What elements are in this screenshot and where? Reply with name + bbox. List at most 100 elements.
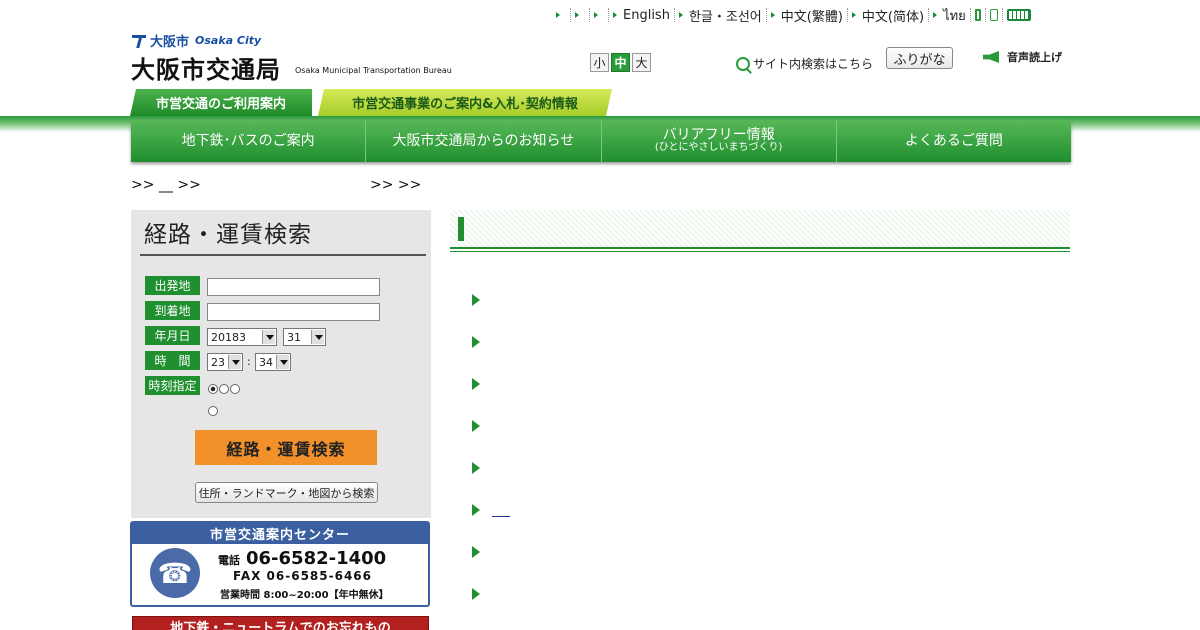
nav-label: 大阪市交通局からのお知らせ (392, 132, 575, 149)
link-bus[interactable] (1003, 8, 1035, 22)
arrow-icon (613, 12, 617, 18)
main-tabs: 市営交通のご利用案内 市営交通事業のご案内&入札･契約情報 (130, 89, 612, 116)
city-name-jp: 大阪市 (150, 35, 190, 50)
map-search-button[interactable]: 住所・ランドマーク・地図から検索 (195, 482, 378, 503)
voice-reader-button[interactable]: 音声読上げ (983, 49, 1062, 65)
content-heading (450, 210, 1070, 248)
breadcrumb-secondary[interactable]: >> >> (370, 177, 421, 193)
link-chinese-traditional[interactable]: 中文(繁體) (767, 8, 848, 25)
link-label: 한글・조선어 (688, 9, 762, 25)
from-label: 出発地 (145, 276, 200, 295)
dropdown-arrow-icon (262, 330, 275, 344)
osaka-city-mark-icon (132, 34, 146, 48)
site-search-link[interactable]: サイト内検索はこちら (736, 55, 873, 72)
nav-sublabel: (ひとにやさしいまちづくり) (654, 142, 783, 154)
link-mobile[interactable] (971, 8, 986, 22)
year-month-select[interactable]: 20183 (207, 328, 277, 346)
hour-select[interactable]: 23 (207, 353, 243, 371)
site-search-label: サイト内検索はこちら (753, 57, 874, 71)
link-chinese-simplified[interactable]: 中文(简体) (848, 8, 930, 25)
bus-icon (1006, 9, 1031, 21)
arrow-icon (594, 12, 598, 18)
list-arrow-icon[interactable] (472, 462, 480, 474)
arrow-icon (851, 12, 856, 18)
link-thai[interactable]: ไทย (929, 8, 971, 24)
day-select[interactable]: 31 (283, 328, 326, 346)
furigana-button[interactable]: ふりがな (886, 47, 953, 69)
arrow-icon (933, 12, 938, 18)
mobile-phone-icon (974, 9, 981, 21)
heading-rule (450, 251, 1070, 252)
utility-link-3[interactable] (590, 8, 609, 22)
list-arrow-icon[interactable] (472, 546, 480, 558)
utility-link-1[interactable] (552, 8, 571, 22)
link-label: 中文(简体) (861, 9, 925, 25)
time-colon: : (247, 355, 251, 368)
list-arrow-icon[interactable] (472, 336, 480, 348)
info-center-fax: FAX 06-6585-6466 (233, 569, 372, 583)
nav-label: 地下鉄･バスのご案内 (181, 132, 315, 149)
list-item-link[interactable] (492, 506, 510, 517)
dropdown-arrow-icon (228, 355, 241, 369)
nav-subway-bus[interactable]: 地下鉄･バスのご案内 (131, 120, 367, 162)
info-center-hours: 営業時間 8:00~20:00【年中無休】 (220, 590, 389, 601)
route-search-button[interactable]: 経路・運賃検索 (195, 430, 377, 465)
font-size-medium-button[interactable]: 中 (611, 53, 630, 72)
breadcrumb[interactable]: >> __ >> (131, 177, 201, 193)
bureau-logo[interactable]: 大阪市交通局 (131, 50, 281, 85)
nav-label: よくあるご質問 (904, 132, 1003, 149)
select-value: 23 (211, 355, 225, 369)
font-size-small-button[interactable]: 小 (590, 53, 609, 72)
link-smartphone[interactable] (986, 8, 1003, 22)
time-spec-options (208, 384, 240, 394)
link-label: English (623, 7, 670, 23)
list-arrow-icon[interactable] (472, 504, 480, 516)
tab-business-info[interactable]: 市営交通事業のご案内&入札･契約情報 (318, 89, 612, 116)
utility-links: English 한글・조선어 中文(繁體) 中文(简体) ไทย (552, 6, 1035, 25)
link-korean[interactable]: 한글・조선어 (675, 8, 767, 25)
list-arrow-icon[interactable] (472, 378, 480, 390)
radio-arrival[interactable] (219, 384, 229, 394)
bureau-name-en: Osaka Municipal Transportation Bureau (295, 66, 452, 75)
date-label: 年月日 (145, 326, 200, 345)
nav-faq[interactable]: よくあるご質問 (837, 120, 1071, 162)
nav-barrier-free[interactable]: バリアフリー情報 (ひとにやさしいまちづくり) (602, 120, 837, 162)
utility-link-2[interactable] (571, 8, 590, 22)
link-english[interactable]: English (609, 7, 675, 23)
lost-found-banner[interactable]: 地下鉄・ニュートラムでのお忘れもの (132, 616, 429, 630)
info-center-tel: 電話 06-6582-1400 (218, 548, 386, 569)
radio-last-train[interactable] (208, 406, 218, 416)
smartphone-icon (989, 9, 998, 21)
minute-select[interactable]: 34 (255, 353, 291, 371)
from-input[interactable] (207, 278, 380, 296)
select-value: 20183 (211, 330, 246, 344)
tab-service-guide[interactable]: 市営交通のご利用案内 (130, 89, 312, 116)
info-center-title: 市営交通案内センター (132, 523, 428, 544)
city-logo[interactable]: 大阪市 Osaka City (132, 31, 261, 50)
list-arrow-icon[interactable] (472, 588, 480, 600)
arrow-icon (575, 12, 579, 18)
list-arrow-icon[interactable] (472, 420, 480, 432)
font-size-large-button[interactable]: 大 (632, 53, 651, 72)
heading-accent (458, 217, 464, 241)
tel-label: 電話 (218, 554, 240, 567)
list-arrow-icon[interactable] (472, 294, 480, 306)
tel-number: 06-6582-1400 (246, 548, 387, 569)
dropdown-arrow-icon (276, 355, 289, 369)
time-label: 時 間 (145, 351, 200, 370)
nav-news[interactable]: 大阪市交通局からのお知らせ (366, 120, 602, 162)
heading-rule (450, 247, 1070, 249)
font-size-switcher: 小 中 大 (590, 53, 651, 72)
arrow-icon (678, 12, 683, 18)
select-value: 31 (287, 330, 301, 344)
to-input[interactable] (207, 303, 380, 321)
radio-departure[interactable] (208, 384, 218, 394)
link-label: ไทย (943, 8, 966, 24)
divider (140, 254, 426, 256)
telephone-icon: ☎ (150, 548, 200, 598)
arrow-icon (556, 12, 560, 18)
radio-first-train[interactable] (230, 384, 240, 394)
time-spec-label: 時刻指定 (145, 376, 200, 395)
select-value: 34 (259, 355, 273, 369)
to-label: 到着地 (145, 301, 200, 320)
